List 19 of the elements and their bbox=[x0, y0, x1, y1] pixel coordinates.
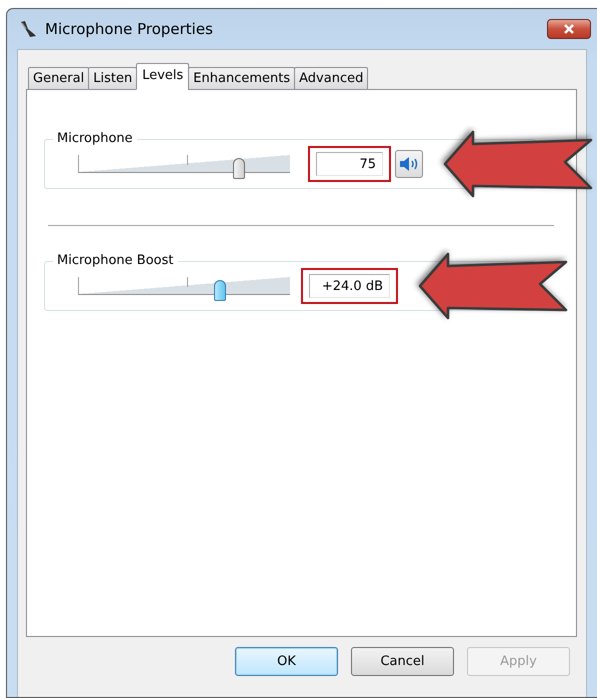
value-field[interactable]: 75 bbox=[316, 152, 383, 176]
tab[interactable]: Listen bbox=[88, 67, 138, 90]
speaker-icon bbox=[399, 156, 419, 172]
close-icon bbox=[563, 24, 575, 34]
value-field[interactable]: +24.0 dB bbox=[309, 274, 390, 298]
slider-thumb[interactable] bbox=[233, 158, 246, 179]
microphone-icon bbox=[19, 20, 39, 38]
slider-thumb[interactable] bbox=[214, 280, 226, 301]
group-label: Microphone bbox=[53, 130, 137, 148]
tab[interactable]: Enhancements bbox=[188, 67, 296, 90]
tab[interactable]: Levels bbox=[136, 63, 190, 90]
window-title: Microphone Properties bbox=[45, 20, 214, 38]
tab[interactable]: Advanced bbox=[294, 67, 368, 90]
mute-button[interactable] bbox=[395, 150, 423, 178]
dialog-button[interactable]: Cancel bbox=[351, 646, 454, 676]
close-button[interactable] bbox=[547, 19, 591, 39]
dialog-button[interactable]: OK bbox=[235, 646, 338, 676]
tab[interactable]: General bbox=[28, 67, 90, 90]
group-label: Microphone Boost bbox=[53, 252, 178, 270]
